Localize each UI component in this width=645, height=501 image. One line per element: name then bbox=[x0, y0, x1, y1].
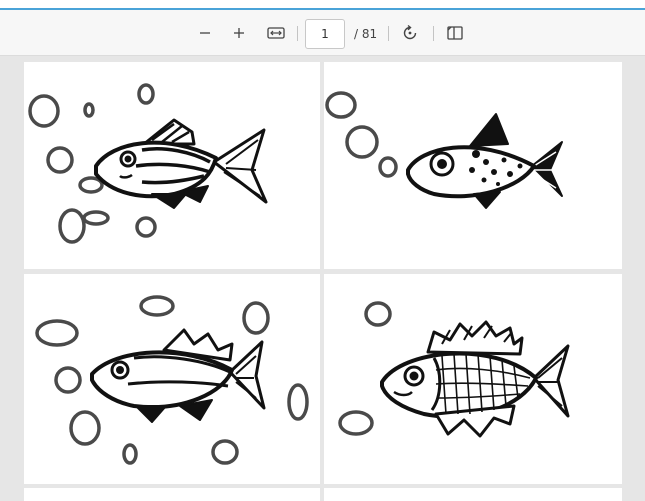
pdf-page-2 bbox=[324, 62, 622, 269]
page-view-button[interactable] bbox=[443, 21, 467, 45]
pdf-page-3 bbox=[24, 274, 320, 484]
zoom-out-button[interactable] bbox=[193, 21, 217, 45]
fit-width-icon bbox=[267, 27, 285, 39]
minus-icon bbox=[200, 32, 210, 34]
pdf-toolbar: / 81 bbox=[0, 10, 645, 56]
window-top-accent bbox=[0, 0, 645, 10]
toolbar-divider bbox=[433, 26, 434, 41]
page-total-label: / 81 bbox=[354, 27, 378, 41]
pdf-page-6 bbox=[324, 488, 622, 501]
rotate-icon bbox=[403, 24, 417, 40]
fit-width-button[interactable] bbox=[264, 21, 288, 45]
document-viewer[interactable] bbox=[0, 56, 645, 501]
plus-icon bbox=[234, 28, 244, 38]
spotted-fish-illustration bbox=[325, 91, 563, 209]
fish-illustration bbox=[35, 295, 309, 465]
toolbar-divider bbox=[297, 26, 298, 41]
pdf-page-1 bbox=[24, 62, 320, 269]
toolbar-divider bbox=[388, 26, 389, 41]
pdf-page-5 bbox=[24, 488, 320, 501]
page-view-icon bbox=[447, 26, 463, 40]
page-number-input[interactable] bbox=[305, 19, 345, 49]
rotate-button[interactable] bbox=[398, 21, 422, 45]
zoom-in-button[interactable] bbox=[227, 21, 251, 45]
scaled-fish-illustration bbox=[338, 301, 570, 438]
fish-illustration bbox=[28, 83, 268, 244]
pdf-page-4 bbox=[324, 274, 622, 484]
